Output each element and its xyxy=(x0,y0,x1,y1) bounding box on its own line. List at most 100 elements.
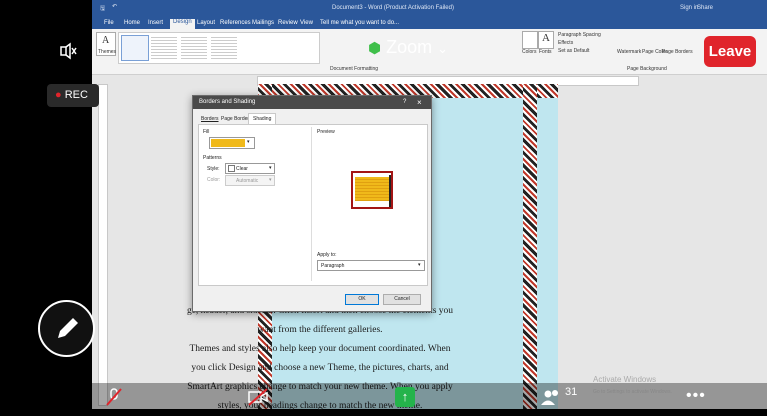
style-gallery-item[interactable] xyxy=(121,35,149,61)
tab-page-border[interactable]: Page Border xyxy=(221,116,249,122)
leave-button[interactable]: Leave xyxy=(704,36,756,67)
themes-label: Themes xyxy=(98,49,117,55)
patterns-label: Patterns xyxy=(203,155,222,161)
tab-review[interactable]: Review xyxy=(278,20,298,26)
tab-view[interactable]: View xyxy=(300,20,313,26)
style-gallery-item[interactable] xyxy=(211,35,237,59)
colors-label: Colors xyxy=(522,49,537,55)
zoom-banner[interactable]: ⬢ Zoom ⌄ xyxy=(368,37,468,61)
tab-mailings[interactable]: Mailings xyxy=(252,20,274,26)
divider xyxy=(311,127,312,281)
participants-button[interactable] xyxy=(540,388,562,406)
tab-home[interactable]: Home xyxy=(124,20,140,26)
tab-insert[interactable]: Insert xyxy=(148,20,163,26)
meeting-controls-bar xyxy=(92,383,767,409)
rec-label: REC xyxy=(64,89,88,101)
microphone-muted-icon xyxy=(106,388,122,406)
page-border-right xyxy=(523,84,537,409)
chevron-down-icon: ▾ xyxy=(269,177,272,183)
mute-button[interactable] xyxy=(105,387,123,407)
shading-preview xyxy=(351,171,393,209)
audio-toggle-button[interactable] xyxy=(58,41,78,61)
watermark-button[interactable]: Watermark xyxy=(617,49,641,55)
pencil-icon xyxy=(58,318,78,338)
vertical-ruler[interactable] xyxy=(98,84,108,406)
chevron-down-icon: ▾ xyxy=(269,165,272,171)
tab-references[interactable]: References xyxy=(220,20,251,26)
sign-in-link[interactable]: Sign in xyxy=(680,5,698,11)
style-value: Clear xyxy=(236,166,248,172)
fill-label: Fill xyxy=(203,129,210,135)
shading-panel: Fill ▾ Patterns Style: Clear ▾ Color: Au… xyxy=(198,124,428,286)
style-gallery[interactable] xyxy=(118,32,320,64)
video-button[interactable] xyxy=(247,388,269,406)
preview-shadow xyxy=(389,175,391,207)
tell-me-box[interactable]: Tell me what you want to do... xyxy=(320,20,399,26)
help-button[interactable]: ? xyxy=(403,99,406,105)
activate-windows-title: Activate Windows xyxy=(593,375,657,384)
undo-icon[interactable]: ↶ xyxy=(112,3,117,10)
cancel-button[interactable]: Cancel xyxy=(383,294,421,305)
tab-borders[interactable]: Borders xyxy=(201,116,219,122)
pattern-color-value: Automatic xyxy=(236,178,259,184)
borders-shading-dialog: Borders and Shading ? × Borders Page Bor… xyxy=(192,95,432,312)
annotate-button[interactable] xyxy=(38,300,95,357)
ok-button[interactable]: OK xyxy=(345,294,379,305)
share-link[interactable]: Share xyxy=(697,5,713,11)
preview-label: Preview xyxy=(317,129,335,135)
colors-button[interactable] xyxy=(522,31,538,49)
title-bar: 🖫 ↶ Document3 - Word (Product Activation… xyxy=(92,0,767,18)
chevron-down-icon: ⌄ xyxy=(437,41,449,56)
pattern-color-dropdown[interactable]: Automatic ▾ xyxy=(225,175,275,186)
dialog-title-bar: Borders and Shading ? × xyxy=(193,96,431,109)
window-title: Document3 - Word (Product Activation Fai… xyxy=(332,5,454,11)
fonts-button[interactable]: A xyxy=(538,31,554,49)
fill-color-dropdown[interactable]: ▾ xyxy=(209,137,255,149)
effects-button[interactable]: Effects xyxy=(558,40,573,46)
color-label: Color: xyxy=(207,177,221,183)
chevron-down-icon: ▾ xyxy=(247,139,250,145)
body-line: want from the different galleries. xyxy=(257,325,383,335)
fill-color-swatch xyxy=(211,139,245,147)
video-off-icon xyxy=(248,388,268,406)
style-swatch xyxy=(228,165,235,172)
doc-formatting-label: Document Formatting xyxy=(330,66,379,72)
style-label: Style: xyxy=(207,166,220,172)
style-gallery-item[interactable] xyxy=(181,35,207,59)
body-line: you click Design and choose a new Theme,… xyxy=(191,363,449,373)
rec-dot-icon: ● xyxy=(55,89,62,101)
arrow-up-icon: ↑ xyxy=(401,389,409,404)
page-borders-button[interactable]: Page Borders xyxy=(662,49,693,55)
paragraph-spacing-button[interactable]: Paragraph Spacing xyxy=(558,32,601,38)
preview-paragraph xyxy=(355,177,389,201)
page-background-label: Page Background xyxy=(627,66,667,72)
participant-count: 31 xyxy=(565,386,578,398)
style-gallery-item[interactable] xyxy=(151,35,177,59)
apply-to-value: Paragraph xyxy=(321,263,345,269)
shield-check-icon: ⬢ xyxy=(368,40,382,57)
tab-layout[interactable]: Layout xyxy=(197,20,215,26)
participants-icon xyxy=(541,390,558,405)
save-icon[interactable]: 🖫 xyxy=(100,4,105,14)
fonts-icon: A xyxy=(542,32,550,44)
tab-shading[interactable]: Shading xyxy=(248,113,277,124)
phone-audio-icon xyxy=(60,42,77,60)
apply-to-label: Apply to: xyxy=(317,252,337,258)
more-options-icon[interactable]: ••• xyxy=(686,387,706,405)
tab-design[interactable]: Design xyxy=(170,19,195,29)
style-dropdown[interactable]: Clear ▾ xyxy=(225,163,275,174)
body-line: Themes and styles also help keep your do… xyxy=(189,344,451,354)
chevron-down-icon: ▾ xyxy=(418,262,421,268)
themes-icon: A xyxy=(102,35,110,46)
close-button[interactable]: × xyxy=(417,98,422,107)
share-screen-button[interactable]: ↑ xyxy=(395,387,415,407)
recording-indicator: ● REC xyxy=(47,84,99,107)
zoom-banner-label: Zoom xyxy=(386,37,433,57)
set-default-button[interactable]: Set as Default xyxy=(558,48,589,54)
themes-button[interactable]: A Themes xyxy=(96,32,116,56)
apply-to-dropdown[interactable]: Paragraph ▾ xyxy=(317,260,425,271)
tab-file[interactable]: File xyxy=(104,20,114,26)
fonts-label: Fonts xyxy=(539,49,552,55)
activate-windows-subtitle: Go to Settings to activate Windows. xyxy=(593,389,672,395)
ribbon-tabs: File Home Insert Design Layout Reference… xyxy=(92,18,767,29)
